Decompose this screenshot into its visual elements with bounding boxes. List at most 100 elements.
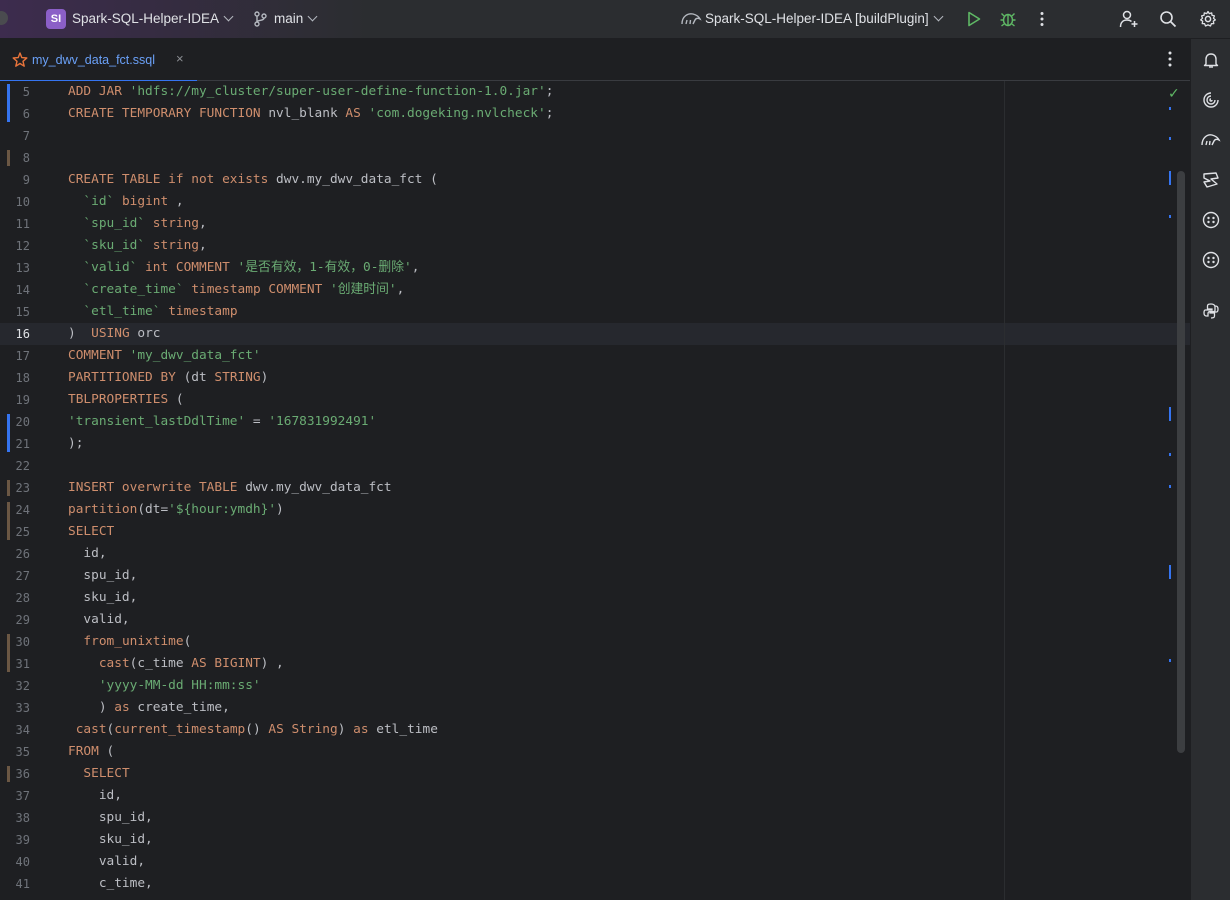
plugin-tool-button-2[interactable] [1200, 249, 1222, 271]
change-stripe-mark[interactable] [1169, 171, 1171, 185]
line-number[interactable]: 22 [0, 455, 30, 477]
line-number[interactable]: 41 [0, 873, 30, 895]
code-line[interactable]: FROM ( [68, 741, 1168, 763]
line-number[interactable]: 15 [0, 301, 30, 323]
line-number[interactable]: 17 [0, 345, 30, 367]
vcs-change-marker[interactable] [7, 150, 10, 166]
line-number[interactable]: 19 [0, 389, 30, 411]
change-stripe-mark[interactable] [1169, 453, 1171, 456]
more-actions-button[interactable] [1032, 9, 1052, 29]
code-line[interactable]: `valid` int COMMENT '是否有效，1-有效，0-删除', [68, 257, 1168, 279]
line-number[interactable]: 13 [0, 257, 30, 279]
code-line[interactable]: SELECT [68, 763, 1168, 785]
code-line[interactable]: INSERT overwrite TABLE dwv.my_dwv_data_f… [68, 477, 1168, 499]
line-number[interactable]: 8 [0, 147, 30, 169]
code-line[interactable]: CREATE TABLE if not exists dwv.my_dwv_da… [68, 169, 1168, 191]
project-badge[interactable]: SI [46, 9, 66, 29]
tab-my-dwv-data-fct[interactable]: my_dwv_data_fct.ssql × [0, 39, 197, 82]
code-content[interactable]: ADD JAR 'hdfs://my_cluster/super-user-de… [68, 81, 1168, 895]
change-stripe-mark[interactable] [1169, 107, 1171, 110]
line-number[interactable]: 26 [0, 543, 30, 565]
line-number[interactable]: 18 [0, 367, 30, 389]
vcs-change-marker[interactable] [7, 766, 10, 782]
code-line[interactable]: ) as create_time, [68, 697, 1168, 719]
code-line[interactable]: ); [68, 433, 1168, 455]
gradle-tool-button[interactable] [1200, 129, 1222, 151]
branch-selector[interactable]: main [274, 11, 318, 26]
plugin-tool-button[interactable] [1200, 209, 1222, 231]
line-number[interactable]: 39 [0, 829, 30, 851]
code-line[interactable]: spu_id, [68, 807, 1168, 829]
code-line[interactable]: id, [68, 785, 1168, 807]
code-line[interactable]: valid, [68, 851, 1168, 873]
line-number[interactable]: 36 [0, 763, 30, 785]
code-line[interactable]: `create_time` timestamp COMMENT '创建时间', [68, 279, 1168, 301]
code-line[interactable]: `id` bigint , [68, 191, 1168, 213]
code-line[interactable]: `etl_time` timestamp [68, 301, 1168, 323]
code-line[interactable]: ADD JAR 'hdfs://my_cluster/super-user-de… [68, 81, 1168, 103]
vcs-change-marker[interactable] [7, 634, 10, 672]
line-number[interactable]: 31 [0, 653, 30, 675]
code-line[interactable] [68, 147, 1168, 169]
database-tool-button[interactable] [1200, 169, 1222, 191]
code-line[interactable] [68, 455, 1168, 477]
code-line[interactable]: COMMENT 'my_dwv_data_fct' [68, 345, 1168, 367]
code-line[interactable]: TBLPROPERTIES ( [68, 389, 1168, 411]
code-line[interactable]: PARTITIONED BY (dt STRING) [68, 367, 1168, 389]
code-line[interactable]: id, [68, 543, 1168, 565]
line-number[interactable]: 29 [0, 609, 30, 631]
code-line[interactable]: c_time, [68, 873, 1168, 895]
line-number[interactable]: 32 [0, 675, 30, 697]
line-number[interactable]: 27 [0, 565, 30, 587]
code-line[interactable]: cast(c_time AS BIGINT) , [68, 653, 1168, 675]
line-number[interactable]: 40 [0, 851, 30, 873]
code-line[interactable]: partition(dt='${hour:ymdh}') [68, 499, 1168, 521]
line-number[interactable]: 9 [0, 169, 30, 191]
code-editor[interactable]: 5 6 7 8 9 10 11 12 13 14 15 16 17 18 19 20 21 22 23 24 25 26 2… [0, 81, 1190, 900]
line-number[interactable]: 14 [0, 279, 30, 301]
code-line[interactable]: sku_id, [68, 587, 1168, 609]
line-number[interactable]: 24 [0, 499, 30, 521]
project-selector[interactable]: Spark-SQL-Helper-IDEA [72, 11, 234, 26]
line-number[interactable]: 25 [0, 521, 30, 543]
code-with-me-button[interactable] [1119, 9, 1139, 29]
code-line[interactable]: 'yyyy-MM-dd HH:mm:ss' [68, 675, 1168, 697]
code-line[interactable]: SELECT [68, 521, 1168, 543]
line-number[interactable]: 37 [0, 785, 30, 807]
change-stripe-mark[interactable] [1169, 565, 1171, 579]
change-stripe-mark[interactable] [1169, 659, 1171, 662]
vcs-change-marker[interactable] [7, 502, 10, 540]
run-button[interactable] [964, 9, 984, 29]
search-button[interactable] [1158, 9, 1178, 29]
line-number[interactable]: 34 [0, 719, 30, 741]
line-number[interactable]: 7 [0, 125, 30, 147]
line-number[interactable]: 30 [0, 631, 30, 653]
line-number[interactable]: 6 [0, 103, 30, 125]
line-number[interactable]: 35 [0, 741, 30, 763]
code-line[interactable]: cast(current_timestamp() AS String) as e… [68, 719, 1168, 741]
code-line[interactable]: CREATE TEMPORARY FUNCTION nvl_blank AS '… [68, 103, 1168, 125]
code-line[interactable]: spu_id, [68, 565, 1168, 587]
code-line[interactable]: sku_id, [68, 829, 1168, 851]
line-number[interactable]: 12 [0, 235, 30, 257]
vcs-change-marker[interactable] [7, 84, 10, 122]
line-number[interactable]: 5 [0, 81, 30, 103]
line-number[interactable]: 23 [0, 477, 30, 499]
change-stripe-mark[interactable] [1169, 137, 1171, 140]
ai-assistant-button[interactable] [1200, 89, 1222, 111]
change-stripe-mark[interactable] [1169, 407, 1171, 421]
line-number[interactable]: 33 [0, 697, 30, 719]
settings-button[interactable] [1198, 9, 1218, 29]
debug-button[interactable] [998, 9, 1018, 29]
code-line[interactable]: ) USING orc [68, 323, 1168, 345]
code-line[interactable]: `spu_id` string, [68, 213, 1168, 235]
more-vert-icon[interactable] [1162, 50, 1178, 68]
window-close-button[interactable] [0, 11, 8, 25]
python-console-button[interactable] [1200, 300, 1222, 322]
close-icon[interactable]: × [176, 51, 184, 66]
vertical-scrollbar[interactable] [1177, 171, 1185, 753]
notifications-button[interactable] [1200, 49, 1222, 71]
line-number[interactable]: 28 [0, 587, 30, 609]
line-number[interactable]: 11 [0, 213, 30, 235]
vcs-change-marker[interactable] [7, 480, 10, 496]
